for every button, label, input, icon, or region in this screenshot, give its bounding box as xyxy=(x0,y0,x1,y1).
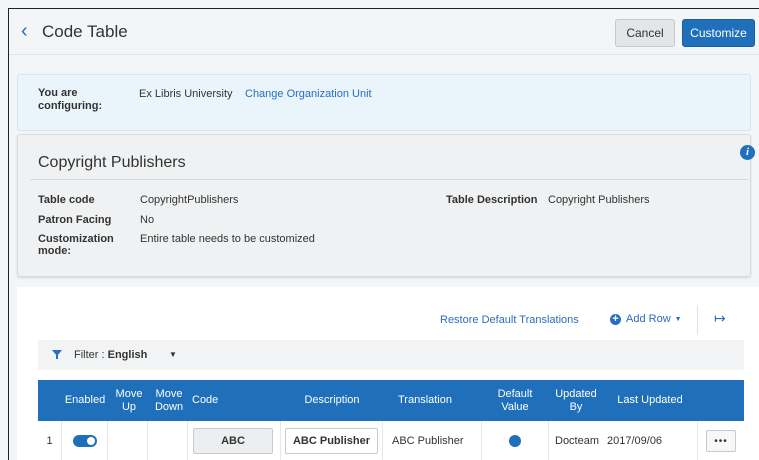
export-icon[interactable]: ↦ xyxy=(714,310,726,327)
add-row-button[interactable]: + Add Row ▼ xyxy=(610,313,682,325)
actions-cell: ••• xyxy=(698,421,744,460)
column-default-value: Default Value xyxy=(497,387,533,413)
filter-dropdown[interactable]: Filter : English xyxy=(74,349,147,361)
code-input[interactable]: ABC xyxy=(193,428,273,454)
customize-button[interactable]: Customize xyxy=(682,19,755,47)
code-cell: ABC xyxy=(188,421,281,460)
table-description-value: Copyright Publishers xyxy=(548,194,650,206)
column-last-updated: Last Updated xyxy=(617,394,683,406)
default-value-cell xyxy=(482,421,549,460)
row-index: 1 xyxy=(38,421,62,460)
more-actions-button[interactable]: ••• xyxy=(706,430,736,452)
table-header: Enabled Move Up Move Down Code Descripti… xyxy=(38,380,744,421)
toolbar-divider xyxy=(697,305,698,335)
plus-circle-icon: + xyxy=(610,313,621,325)
move-up-cell xyxy=(108,421,148,460)
table-details-card: Copyright Publishers i Table code Copyri… xyxy=(17,134,755,277)
back-chevron-icon[interactable]: ‹ xyxy=(21,20,28,43)
customization-mode-value: Entire table needs to be customized xyxy=(140,233,315,245)
table-title: Copyright Publishers xyxy=(38,154,186,171)
table-code-value: CopyrightPublishers xyxy=(140,194,239,206)
enabled-toggle[interactable] xyxy=(72,435,97,447)
column-translation: Translation xyxy=(397,394,452,406)
table-section: Restore Default Translations + Add Row ▼… xyxy=(17,287,759,460)
column-code: Code xyxy=(192,394,219,406)
last-updated-cell: 2017/09/06 xyxy=(603,421,698,460)
column-move-up: Move Up xyxy=(115,387,143,413)
filter-bar: Filter : English ▼ xyxy=(38,340,744,370)
add-row-label: Add Row xyxy=(626,313,671,325)
cancel-button[interactable]: Cancel xyxy=(615,19,675,47)
configuring-banner: You are configuring: Ex Libris Universit… xyxy=(17,74,751,131)
filter-caret-icon[interactable]: ▼ xyxy=(169,350,177,359)
customization-mode-label: Customization mode: xyxy=(38,233,114,257)
patron-facing-label: Patron Facing xyxy=(38,214,112,226)
table-code-label: Table code xyxy=(38,194,95,206)
description-cell: ABC Publisher xyxy=(281,421,383,460)
filter-value: English xyxy=(107,349,148,361)
table-description-label: Table Description xyxy=(446,194,538,206)
filter-funnel-icon-stem xyxy=(56,355,58,359)
change-organization-link[interactable]: Change Organization Unit xyxy=(245,88,372,100)
translation-cell: ABC Publisher xyxy=(383,421,482,460)
page-title: Code Table xyxy=(42,22,128,41)
patron-facing-value: No xyxy=(140,214,155,226)
description-input[interactable]: ABC Publisher xyxy=(285,428,378,454)
filter-prefix: Filter : xyxy=(74,349,108,361)
restore-translations-link[interactable]: Restore Default Translations xyxy=(440,314,579,326)
table-row: 1 ABC ABC Publisher ABC Publisher Doctea… xyxy=(38,421,744,460)
organization-name: Ex Libris University xyxy=(139,88,233,100)
enabled-cell xyxy=(62,421,108,460)
column-move-down: Move Down xyxy=(154,387,184,413)
chevron-down-icon: ▼ xyxy=(674,315,682,323)
info-icon[interactable]: i xyxy=(740,145,755,160)
column-description: Description xyxy=(304,394,360,406)
move-down-cell xyxy=(148,421,188,460)
card-divider xyxy=(30,179,748,180)
configuring-label: You are configuring: xyxy=(38,87,103,112)
default-value-radio[interactable] xyxy=(509,435,521,447)
updated-by-cell: Docteam xyxy=(555,435,600,447)
app-frame: ‹ Code Table Cancel Customize You are co… xyxy=(8,8,759,460)
column-updated-by: Updated By xyxy=(555,387,597,413)
top-bar: ‹ Code Table Cancel Customize xyxy=(9,9,759,55)
column-enabled: Enabled xyxy=(64,394,106,406)
toggle-knob xyxy=(86,437,95,445)
